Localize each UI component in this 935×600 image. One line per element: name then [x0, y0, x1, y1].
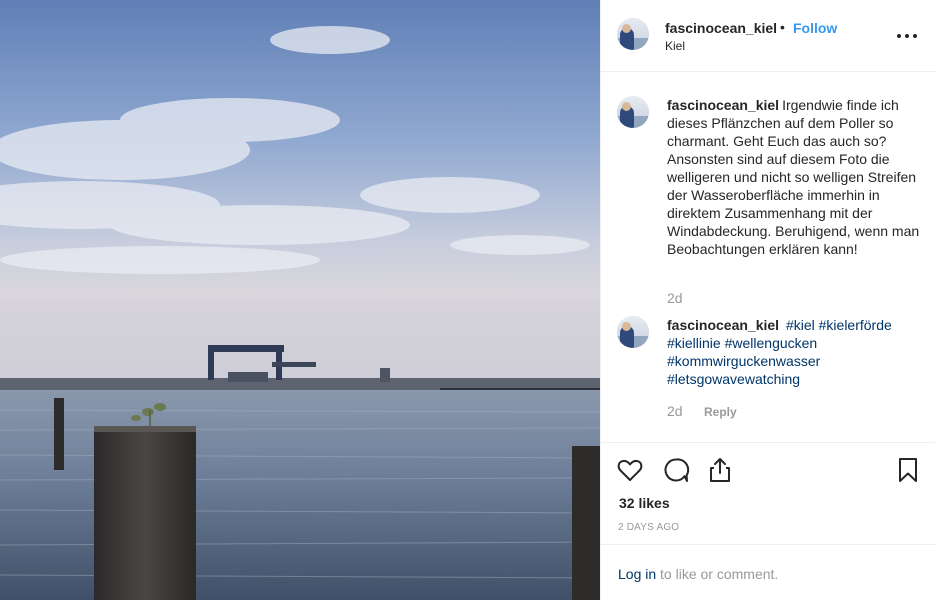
- separator-dot: •: [780, 19, 785, 35]
- avatar[interactable]: [617, 18, 649, 50]
- post-photo[interactable]: [0, 0, 600, 600]
- bookmark-icon[interactable]: [893, 455, 923, 485]
- caption-username[interactable]: fascinocean_kiel: [667, 97, 779, 113]
- caption-timestamp[interactable]: 2d: [667, 290, 683, 306]
- harbor-photo-image: [0, 0, 600, 600]
- post-date[interactable]: 2 DAYS AGO: [618, 522, 679, 533]
- hashtag-link[interactable]: #kiellinie: [667, 335, 721, 351]
- comment-timestamp[interactable]: 2d: [667, 403, 683, 419]
- post-side-panel: fascinocean_kiel • Follow Kiel fascinoce…: [600, 0, 935, 600]
- post-header: fascinocean_kiel • Follow Kiel: [601, 0, 935, 72]
- caption-text: Irgendwie finde ich dieses Pflänzchen au…: [667, 97, 920, 257]
- hashtag-comment: fascinocean_kiel #kiel #kielerförde #kie…: [617, 316, 922, 426]
- avatar[interactable]: [617, 96, 649, 128]
- login-prompt-text: Log in to like or comment.: [618, 566, 778, 582]
- comment-text-block: fascinocean_kiel #kiel #kielerförde #kie…: [667, 316, 922, 388]
- hashtag-link[interactable]: #wellengucken: [725, 335, 818, 351]
- heart-icon[interactable]: [615, 455, 645, 485]
- caption-comment: fascinocean_kiel Irgendwie finde ich dies…: [617, 96, 922, 308]
- login-link[interactable]: Log in: [618, 566, 656, 582]
- hashtag-link[interactable]: #kielerförde: [819, 317, 892, 333]
- hashtag-link[interactable]: #kiel: [786, 317, 815, 333]
- hashtag-link[interactable]: #letsgowavewatching: [667, 371, 800, 387]
- hashtag-link[interactable]: #kommwirguckenwasser: [667, 353, 820, 369]
- more-options-icon[interactable]: [897, 26, 921, 46]
- caption-text-block: fascinocean_kiel Irgendwie finde ich dies…: [667, 96, 922, 258]
- like-count[interactable]: 32 likes: [619, 495, 670, 511]
- follow-button[interactable]: Follow: [793, 20, 837, 36]
- post-location[interactable]: Kiel: [665, 39, 685, 53]
- login-prompt: Log in to like or comment.: [601, 544, 935, 600]
- avatar[interactable]: [617, 316, 649, 348]
- share-icon[interactable]: [705, 455, 735, 485]
- comment-icon[interactable]: [661, 455, 691, 485]
- post-username[interactable]: fascinocean_kiel: [665, 20, 777, 36]
- login-prompt-rest: to like or comment.: [660, 566, 779, 582]
- comment-username[interactable]: fascinocean_kiel: [667, 317, 779, 333]
- reply-button[interactable]: Reply: [704, 405, 737, 419]
- action-bar: 32 likes 2 DAYS AGO: [601, 442, 935, 544]
